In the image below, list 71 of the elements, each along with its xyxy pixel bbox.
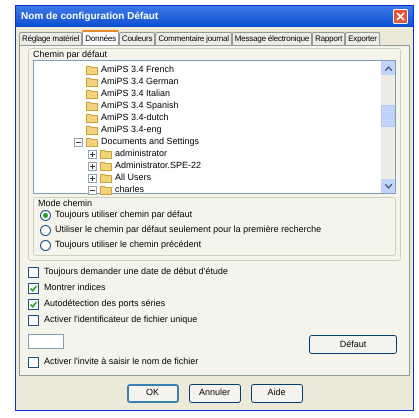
- dialog-button[interactable]: Annuler: [188, 384, 240, 402]
- checkbox-label: Montrer indices: [44, 281, 106, 294]
- expand-button[interactable]: [88, 162, 97, 170]
- dialog-button[interactable]: OK: [126, 384, 178, 402]
- tab[interactable]: Rapport: [312, 32, 346, 45]
- scroll-down-button[interactable]: [381, 179, 395, 193]
- tab[interactable]: Message électronique: [232, 32, 312, 45]
- group-title: Mode chemin: [38, 198, 94, 209]
- folder-icon: [86, 113, 98, 123]
- caret-down-icon: [384, 184, 392, 188]
- scroll-thumb[interactable]: [381, 105, 395, 127]
- plus-icon: [90, 152, 95, 156]
- tree-item[interactable]: Administrator.SPE-22: [115, 159, 202, 173]
- expand-button[interactable]: [88, 150, 97, 158]
- close-button[interactable]: [393, 9, 408, 24]
- radio-label: Toujours utiliser le chemin précédent: [55, 238, 202, 252]
- checkbox-label: Activer l'identificateur de fichier unique: [44, 313, 198, 326]
- collapse-button[interactable]: [88, 186, 97, 194]
- default-button[interactable]: Défaut: [309, 335, 397, 354]
- close-icon: [396, 12, 405, 21]
- folder-icon: [86, 65, 98, 75]
- checkbox[interactable]: [28, 266, 39, 278]
- folder-icon: [86, 125, 98, 135]
- group-title: Chemin par défaut: [33, 49, 108, 60]
- input-field[interactable]: [28, 334, 64, 349]
- tab[interactable]: Commentaire journal: [155, 32, 232, 45]
- minus-icon: [90, 188, 95, 192]
- dialog-button[interactable]: Aide: [250, 384, 302, 402]
- folder-icon: [86, 137, 98, 147]
- tab[interactable]: Réglage matériel: [19, 32, 82, 45]
- tab[interactable]: Exporter: [345, 32, 380, 45]
- folder-icon: [100, 173, 112, 183]
- window-title: Nom de configuration Défaut: [21, 10, 158, 24]
- scroll-up-button[interactable]: [381, 61, 395, 75]
- tree-item[interactable]: AmiPS 3.4-eng: [101, 123, 162, 137]
- folder-icon: [100, 185, 112, 195]
- tree-item[interactable]: AmiPS 3.4 German: [101, 75, 179, 89]
- folder-icon: [100, 149, 112, 159]
- checkbox-label: Toujours demander une date de début d'étude: [44, 265, 228, 278]
- scroll-bar[interactable]: [381, 61, 395, 193]
- tree-item[interactable]: AmiPS 3.4 Spanish: [101, 99, 179, 113]
- tab[interactable]: Données: [82, 30, 119, 45]
- radio-button[interactable]: [40, 210, 51, 220]
- tree-item[interactable]: AmiPS 3.4-dutch: [101, 111, 169, 125]
- folder-icon: [86, 101, 98, 111]
- folder-icon: [100, 161, 112, 171]
- tree-item[interactable]: AmiPS 3.4 French: [101, 63, 174, 77]
- checkbox[interactable]: [28, 282, 39, 294]
- tree-item[interactable]: administrator: [115, 147, 168, 161]
- checkbox[interactable]: [28, 314, 39, 326]
- tab[interactable]: Couleurs: [118, 32, 156, 45]
- checkbox-label: Autodétection des ports séries: [44, 297, 166, 310]
- collapse-button[interactable]: [74, 138, 83, 146]
- checkbox[interactable]: [28, 298, 39, 310]
- radio-button[interactable]: [40, 224, 51, 236]
- folder-icon: [86, 89, 98, 99]
- tree-item[interactable]: charles: [115, 183, 144, 197]
- radio-button[interactable]: [40, 240, 51, 250]
- plus-icon: [90, 164, 95, 168]
- radio-label: Utiliser le chemin par défaut seulement pour la première recherche: [55, 223, 322, 236]
- folder-icon: [86, 77, 98, 87]
- caret-up-icon: [384, 66, 392, 70]
- radio-label: Toujours utiliser chemin par défaut: [55, 208, 192, 222]
- tree-item[interactable]: All Users: [115, 171, 152, 185]
- tree-item[interactable]: Documents and Settings: [101, 135, 200, 149]
- checkbox-label: Activer l'invite à saisir le nom de fichier: [44, 355, 198, 368]
- tree-item[interactable]: AmiPS 3.4 Italian: [101, 87, 170, 101]
- plus-icon: [90, 176, 95, 180]
- minus-icon: [76, 140, 81, 144]
- checkbox[interactable]: [28, 356, 39, 368]
- expand-button[interactable]: [88, 174, 97, 182]
